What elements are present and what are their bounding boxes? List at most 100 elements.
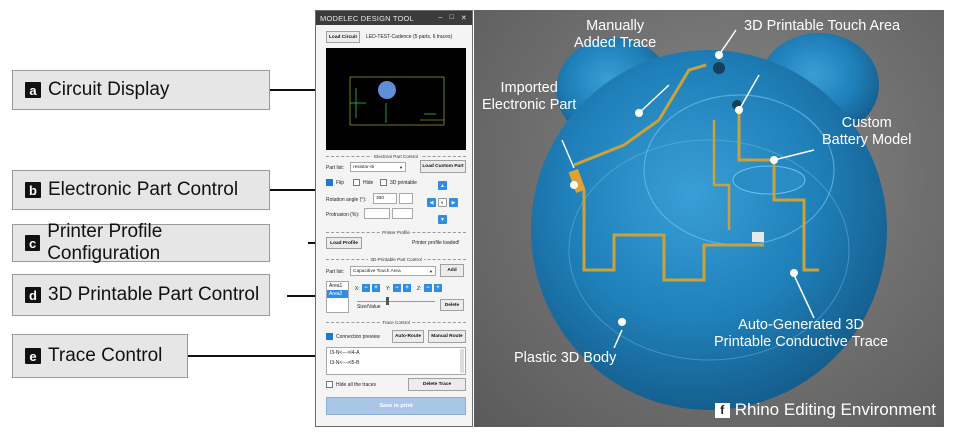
window-title: MODELEC DESIGN TOOL bbox=[320, 13, 414, 23]
callout-letter: a bbox=[25, 82, 41, 98]
part-list-value: resistor-i5 bbox=[353, 164, 375, 170]
printable-checkbox[interactable] bbox=[380, 179, 387, 186]
printable-part-select[interactable]: Capacitive Touch Area ▼ bbox=[350, 266, 436, 276]
x-plus-button[interactable]: + bbox=[372, 284, 380, 292]
scrollbar[interactable] bbox=[460, 349, 464, 373]
move-up-icon[interactable]: ▲ bbox=[438, 181, 447, 190]
rotation-label: Rotation angle (°): bbox=[326, 197, 367, 203]
callout-electronic-part-control: b Electronic Part Control bbox=[12, 170, 270, 210]
z-minus-button[interactable]: − bbox=[424, 284, 432, 292]
trace-item[interactable]: I3-N<--->I4-A bbox=[327, 348, 465, 358]
load-circuit-button[interactable]: Load Circuit bbox=[326, 31, 360, 43]
auto-route-button[interactable]: Auto-Route bbox=[392, 330, 424, 343]
area-list[interactable]: Area1 Area2 bbox=[326, 281, 349, 313]
minimize-icon[interactable]: – bbox=[438, 14, 442, 22]
area-item-selected[interactable]: Area2 bbox=[327, 290, 348, 298]
flip-label: Flip bbox=[336, 180, 345, 186]
label-line: Printable Conductive Trace bbox=[714, 334, 889, 350]
printable-part-value: Capacitive Touch Area bbox=[353, 268, 401, 274]
flip-checkbox[interactable] bbox=[326, 179, 333, 186]
section-title-trace: Trace Control bbox=[380, 320, 412, 325]
profile-status: Printer profile loaded! bbox=[412, 240, 460, 246]
trace-item[interactable]: I3-N<--->I5-B bbox=[327, 358, 465, 368]
save-to-print-button[interactable]: Save to print bbox=[326, 397, 466, 415]
move-right-icon[interactable]: ▶ bbox=[449, 198, 458, 207]
area-item[interactable]: Area1 bbox=[327, 282, 348, 290]
manual-route-button[interactable]: Manual Route bbox=[428, 330, 466, 343]
protrusion-label: Protrusion (%): bbox=[326, 212, 360, 218]
callout-trace-control: e Trace Control bbox=[12, 334, 188, 378]
callout-label: 3D Printable Part Control bbox=[48, 284, 260, 305]
window-titlebar: MODELEC DESIGN TOOL – □ ✕ bbox=[316, 11, 472, 25]
connector-line bbox=[188, 355, 316, 357]
delete-area-button[interactable]: Delete bbox=[440, 299, 464, 311]
connector-line bbox=[270, 189, 316, 191]
rotation-extra-input[interactable] bbox=[399, 193, 413, 204]
callout-label: Circuit Display bbox=[48, 79, 170, 100]
size-slider-handle[interactable] bbox=[386, 297, 389, 305]
rotation-input[interactable]: 360 bbox=[373, 193, 397, 204]
part-list2-label: Part list: bbox=[326, 269, 345, 275]
viewport-title: f Rhino Editing Environment bbox=[714, 400, 936, 420]
hide-checkbox[interactable] bbox=[353, 179, 360, 186]
hide-label: Hide bbox=[363, 180, 374, 186]
section-divider: Trace Control bbox=[326, 320, 466, 328]
y-minus-button[interactable]: − bbox=[393, 284, 401, 292]
label-imported-part: Imported Electronic Part bbox=[482, 80, 576, 114]
trace-list[interactable]: I3-N<--->I4-A I3-N<--->I5-B bbox=[326, 347, 466, 375]
y-plus-button[interactable]: + bbox=[403, 284, 411, 292]
viewport-letter: f bbox=[714, 402, 730, 418]
protrusion-input[interactable] bbox=[364, 208, 390, 219]
delete-trace-button[interactable]: Delete Trace bbox=[408, 378, 466, 391]
label-line: Imported bbox=[500, 80, 558, 96]
circuit-display-canvas[interactable] bbox=[326, 48, 466, 150]
x-minus-button[interactable]: − bbox=[362, 284, 370, 292]
size-slider-track[interactable] bbox=[357, 301, 435, 302]
callout-printable-part-control: d 3D Printable Part Control bbox=[12, 274, 270, 316]
circuit-drawing bbox=[349, 76, 445, 126]
callout-label: Printer Profile Configuration bbox=[47, 221, 163, 264]
label-line: Added Trace bbox=[574, 35, 657, 51]
rhino-viewport[interactable]: Manually Added Trace 3D Printable Touch … bbox=[474, 10, 944, 427]
z-label: Z: bbox=[417, 286, 422, 292]
label-manual-trace: Manually Added Trace bbox=[574, 18, 656, 52]
rotate-center-icon[interactable]: ◐ bbox=[438, 198, 447, 207]
callout-label: Trace Control bbox=[48, 345, 163, 366]
chevron-down-icon: ▼ bbox=[399, 164, 403, 170]
load-profile-button[interactable]: Load Profile bbox=[326, 237, 362, 249]
circuit-name: LED-TEST-Cadence (5 parts, 6 traces) bbox=[366, 34, 453, 40]
protrusion-extra-input[interactable] bbox=[392, 208, 413, 219]
connection-preview-checkbox[interactable] bbox=[326, 333, 333, 340]
callout-letter: e bbox=[25, 348, 41, 364]
label-line: Custom bbox=[841, 115, 892, 131]
size-label: Size/Value bbox=[357, 304, 381, 310]
label-touch-area: 3D Printable Touch Area bbox=[744, 18, 901, 34]
x-label: X: bbox=[355, 286, 360, 292]
load-custom-part-button[interactable]: Load Custom Part bbox=[420, 160, 466, 173]
connector-line bbox=[270, 89, 316, 91]
callout-printer-profile: c Printer Profile Configuration bbox=[12, 221, 270, 264]
callout-letter: b bbox=[25, 182, 41, 198]
label-battery: Custom Battery Model bbox=[822, 115, 911, 149]
hide-traces-checkbox[interactable] bbox=[326, 381, 333, 388]
callout-label: Electronic Part Control bbox=[48, 179, 239, 200]
label-line: Electronic Part bbox=[482, 97, 577, 113]
part-list-select[interactable]: resistor-i5 ▼ bbox=[350, 162, 406, 172]
label-auto-trace: Auto-Generated 3D Printable Conductive T… bbox=[714, 317, 888, 351]
printable-label: 3D printable bbox=[390, 180, 417, 186]
viewport-title-text: Rhino Editing Environment bbox=[734, 400, 936, 419]
section-title-electronic: Electroni Part Control bbox=[372, 154, 420, 159]
add-button[interactable]: Add bbox=[440, 264, 464, 277]
design-tool-window: MODELEC DESIGN TOOL – □ ✕ Load Circuit L… bbox=[315, 10, 473, 427]
label-plastic-body: Plastic 3D Body bbox=[514, 350, 617, 366]
hide-traces-label: Hide all the traces bbox=[336, 382, 377, 388]
section-title-printer: Printer Profile bbox=[380, 230, 412, 235]
move-left-icon[interactable]: ◀ bbox=[427, 198, 436, 207]
label-line: Manually bbox=[586, 18, 645, 34]
maximize-icon[interactable]: □ bbox=[449, 14, 453, 22]
z-plus-button[interactable]: + bbox=[434, 284, 442, 292]
close-icon[interactable]: ✕ bbox=[461, 14, 467, 22]
connector-line bbox=[287, 295, 316, 297]
move-down-icon[interactable]: ▼ bbox=[438, 215, 447, 224]
callout-letter: c bbox=[25, 235, 41, 251]
